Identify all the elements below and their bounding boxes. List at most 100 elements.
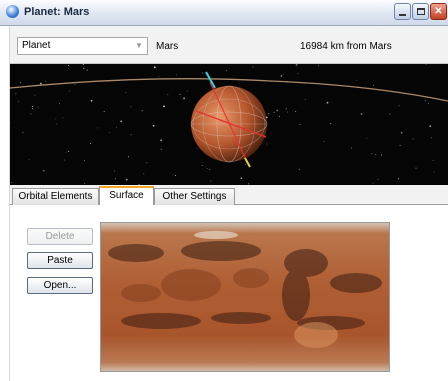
star xyxy=(183,97,186,100)
star xyxy=(152,124,155,127)
star xyxy=(276,109,279,112)
star xyxy=(279,115,280,117)
star xyxy=(371,153,373,155)
star xyxy=(267,113,269,115)
star xyxy=(209,169,211,170)
star xyxy=(210,180,212,182)
maximize-button[interactable] xyxy=(412,3,429,20)
star xyxy=(176,74,177,76)
star xyxy=(86,69,88,71)
star xyxy=(127,156,129,158)
star xyxy=(64,159,66,161)
close-button[interactable]: ✕ xyxy=(430,3,447,20)
star xyxy=(114,178,116,180)
star xyxy=(34,94,36,96)
open-button[interactable]: Open... xyxy=(27,277,93,294)
star xyxy=(58,103,60,105)
globe-icon xyxy=(6,5,19,18)
star xyxy=(318,65,320,67)
star xyxy=(84,159,85,161)
star xyxy=(22,131,24,133)
tab-strip: Orbital Elements Surface Other Settings xyxy=(10,185,448,206)
surface-panel: Delete Paste Open... xyxy=(10,205,448,381)
star xyxy=(30,113,32,115)
star xyxy=(430,137,432,139)
star xyxy=(298,168,300,170)
star xyxy=(415,167,417,169)
star xyxy=(153,66,156,69)
star xyxy=(273,112,275,114)
star xyxy=(103,111,105,113)
star xyxy=(160,139,163,142)
star xyxy=(42,169,45,172)
minimize-icon xyxy=(399,13,406,16)
chevron-down-icon[interactable]: ▼ xyxy=(133,40,145,52)
star xyxy=(62,117,64,119)
star xyxy=(186,90,188,92)
star xyxy=(282,73,284,75)
star xyxy=(372,182,374,184)
star xyxy=(206,168,208,169)
planet-name: Mars xyxy=(156,41,179,52)
space-scene xyxy=(10,64,448,185)
star xyxy=(326,101,329,104)
star xyxy=(201,165,203,166)
paste-button[interactable]: Paste xyxy=(27,252,93,269)
star xyxy=(202,72,204,74)
star xyxy=(377,178,379,180)
star xyxy=(375,153,377,155)
star xyxy=(197,148,199,150)
star xyxy=(141,110,143,112)
object-type-select[interactable]: Planet ▼ xyxy=(17,37,148,55)
star xyxy=(398,105,400,107)
star xyxy=(280,75,283,77)
star xyxy=(68,151,70,153)
distance-readout: 16984 km from Mars xyxy=(300,41,392,52)
tab-other-settings[interactable]: Other Settings xyxy=(154,188,235,205)
planet-3d-view[interactable] xyxy=(10,64,448,185)
object-header: Planet ▼ Mars 16984 km from Mars xyxy=(10,26,448,64)
star xyxy=(225,69,227,71)
star xyxy=(285,108,287,110)
star xyxy=(28,158,30,160)
star xyxy=(240,177,243,179)
star xyxy=(54,118,56,120)
close-icon: ✕ xyxy=(434,6,443,17)
star xyxy=(31,106,33,108)
star xyxy=(179,93,181,95)
window-title: Planet: Mars xyxy=(24,6,90,18)
delete-button[interactable]: Delete xyxy=(27,228,93,245)
minimize-button[interactable] xyxy=(394,3,411,20)
tab-surface[interactable]: Surface xyxy=(99,186,154,206)
star xyxy=(355,80,357,81)
star xyxy=(90,143,91,145)
star xyxy=(244,164,246,165)
star xyxy=(432,160,434,162)
star xyxy=(373,85,375,87)
star xyxy=(69,90,71,92)
star xyxy=(389,113,391,115)
star xyxy=(330,123,332,124)
star xyxy=(65,151,67,153)
star xyxy=(84,182,86,184)
star xyxy=(15,93,17,95)
star xyxy=(266,143,268,145)
star xyxy=(412,138,414,140)
star xyxy=(360,113,363,115)
star xyxy=(400,131,403,134)
object-type-value: Planet xyxy=(22,40,51,51)
star xyxy=(299,123,301,125)
title-bar: Planet: Mars ✕ xyxy=(0,0,448,26)
tab-orbital-elements[interactable]: Orbital Elements xyxy=(12,188,99,205)
star xyxy=(115,126,117,128)
star xyxy=(433,171,435,173)
star xyxy=(323,140,325,142)
star xyxy=(97,127,99,129)
star xyxy=(68,65,70,66)
star xyxy=(130,134,132,136)
star xyxy=(56,123,58,125)
star xyxy=(351,147,353,149)
mars-globe xyxy=(190,71,268,168)
star xyxy=(82,64,84,65)
star xyxy=(287,111,288,113)
